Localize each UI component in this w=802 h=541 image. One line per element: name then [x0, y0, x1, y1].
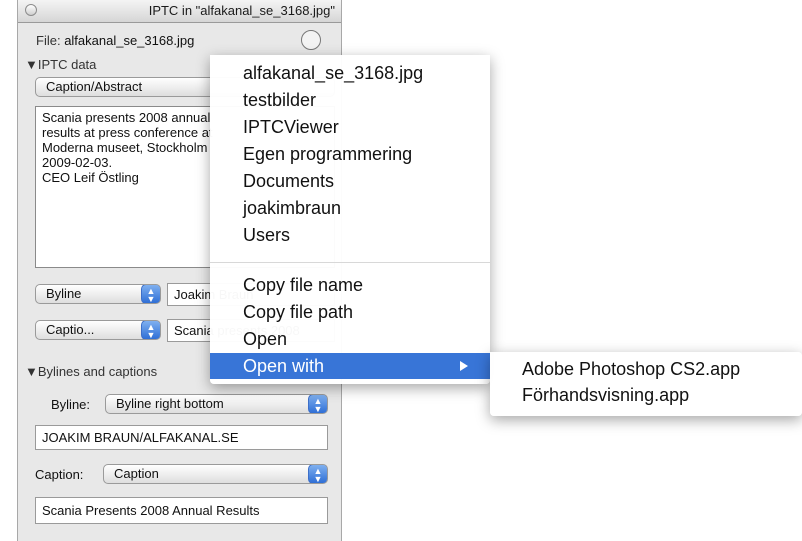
menu-item-open[interactable]: Open — [210, 326, 490, 352]
menu-item-path[interactable]: Users — [210, 222, 490, 248]
byline-select-label: Byline — [46, 286, 82, 301]
caption-text-field[interactable]: Scania Presents 2008 Annual Results — [35, 497, 328, 524]
byline-position-select-label: Byline right bottom — [116, 396, 224, 411]
file-name: alfakanal_se_3168.jpg — [64, 33, 195, 48]
menu-item-open-with[interactable]: Open with — [210, 353, 490, 379]
menu-item-copy-file-path[interactable]: Copy file path — [210, 299, 490, 325]
byline-position-select[interactable]: Byline right bottom ▲ ▼ — [105, 394, 328, 414]
caption-select-label: Captio... — [46, 322, 95, 337]
menu-item-path[interactable]: alfakanal_se_3168.jpg — [210, 60, 490, 86]
stepper-arrows-icon: ▲ ▼ — [308, 395, 327, 413]
caption-label: Caption: — [35, 467, 84, 482]
submenu-item-app[interactable]: Förhandsvisning.app — [490, 382, 802, 408]
submenu-item-app[interactable]: Adobe Photoshop CS2.app — [490, 356, 802, 382]
menu-separator — [210, 262, 490, 263]
menu-item-path[interactable]: testbilder — [210, 87, 490, 113]
menu-item-path[interactable]: joakimbraun — [210, 195, 490, 221]
submenu-arrow-icon — [460, 361, 468, 371]
caption-type-select[interactable]: Caption ▲ ▼ — [103, 464, 328, 484]
file-reveal-icon[interactable] — [301, 30, 321, 50]
byline-select[interactable]: Byline ▲ ▼ — [35, 284, 161, 304]
file-row: File: alfakanal_se_3168.jpg — [36, 33, 194, 48]
stepper-arrows-icon: ▲ ▼ — [308, 465, 327, 483]
window-title: IPTC in "alfakanal_se_3168.jpg" — [148, 3, 335, 18]
caption-select[interactable]: Captio... ▲ ▼ — [35, 320, 161, 340]
iptc-field-select-label: Caption/Abstract — [46, 79, 143, 94]
menu-item-open-with-label: Open with — [243, 356, 325, 376]
stepper-arrows-icon: ▲ ▼ — [141, 285, 160, 303]
path-context-menu: alfakanal_se_3168.jpg testbilder IPTCVie… — [210, 55, 490, 384]
byline-label: Byline: — [51, 397, 91, 412]
stepper-arrows-icon: ▲ ▼ — [141, 321, 160, 339]
caption-type-select-label: Caption — [114, 466, 159, 481]
open-with-submenu: Adobe Photoshop CS2.app Förhandsvisning.… — [490, 352, 802, 416]
iptc-data-disclosure[interactable]: ▼IPTC data — [25, 57, 96, 72]
menu-item-path[interactable]: Egen programmering — [210, 141, 490, 167]
menu-item-path[interactable]: Documents — [210, 168, 490, 194]
byline-text-field[interactable]: JOAKIM BRAUN/ALFAKANAL.SE — [35, 425, 328, 450]
close-button[interactable] — [25, 4, 37, 16]
menu-item-path[interactable]: IPTCViewer — [210, 114, 490, 140]
title-bar[interactable]: IPTC in "alfakanal_se_3168.jpg" — [18, 0, 341, 23]
menu-item-copy-file-name[interactable]: Copy file name — [210, 272, 490, 298]
bylines-captions-disclosure[interactable]: ▼Bylines and captions — [25, 364, 157, 379]
file-label: File: — [36, 33, 61, 48]
